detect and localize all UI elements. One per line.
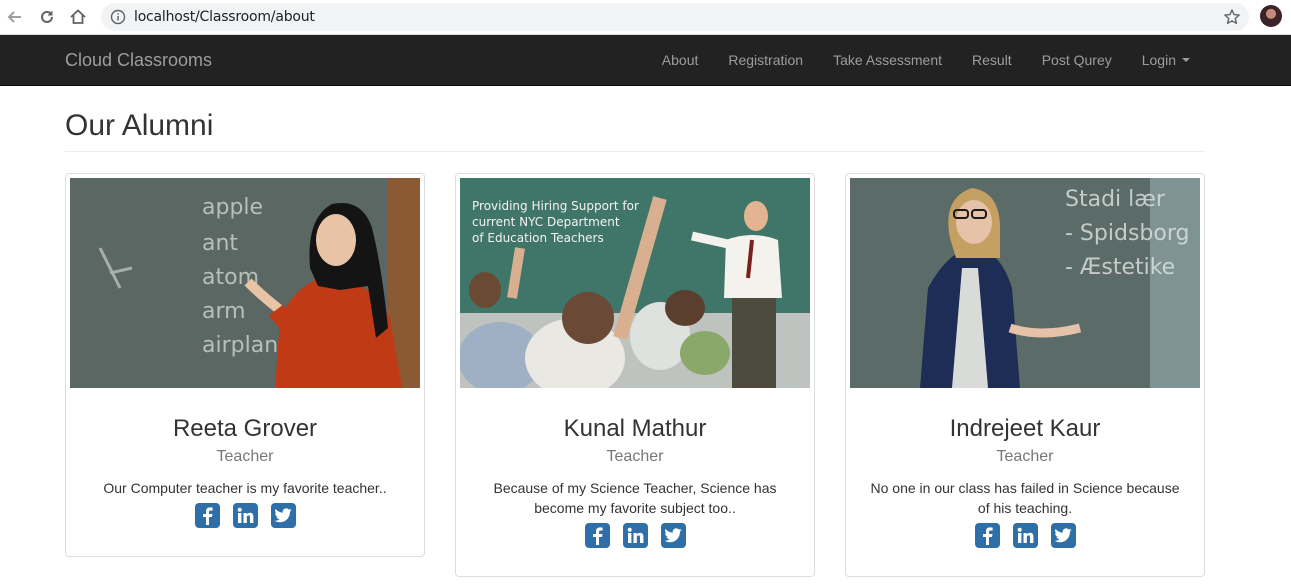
caret-down-icon [1182,58,1190,62]
alumni-role: Teacher [216,448,274,465]
social-links [88,503,402,552]
twitter-icon[interactable] [1050,523,1076,548]
linkedin-icon[interactable] [622,523,648,548]
alumni-quote: Because of my Science Teacher, Science h… [493,480,777,516]
alumni-card-body: Kunal Mathur Teacher Because of my Scien… [460,388,810,572]
alumni-card-body: Reeta Grover Teacher Our Computer teache… [70,388,420,552]
site-info-icon[interactable] [110,9,126,25]
photo-word: Stadi lær [1065,187,1166,212]
photo-word: arm [202,299,246,324]
twitter-icon[interactable] [660,523,686,548]
linkedin-icon[interactable] [1012,523,1038,548]
browser-toolbar: localhost/Classroom/about [0,0,1291,35]
photo-word: Providing Hiring Support for [472,199,639,213]
twitter-icon[interactable] [270,503,296,528]
page-title: Our Alumni [65,109,214,142]
page-header: Our Alumni [65,108,1205,152]
facebook-icon[interactable] [194,503,220,528]
alumni-photo: Stadi lær - Spidsborg - Æstetike [850,178,1200,388]
nav-item-take-assessment[interactable]: Take Assessment [818,35,957,85]
social-links [478,523,792,572]
photo-word: ant [202,231,238,256]
nav-item-login-dropdown[interactable]: Login [1127,35,1205,85]
alumni-role: Teacher [606,448,664,465]
nav-item-about[interactable]: About [647,35,714,85]
linkedin-icon[interactable] [232,503,258,528]
alumni-card-body: Indrejeet Kaur Teacher No one in our cla… [850,388,1200,572]
reload-icon[interactable] [36,6,58,28]
facebook-icon[interactable] [974,523,1000,548]
photo-word: - Spidsborg [1065,221,1189,246]
site-brand[interactable]: Cloud Classrooms [65,50,212,71]
alumni-quote: Our Computer teacher is my favorite teac… [103,480,387,496]
alumni-card: Providing Hiring Support for current NYC… [455,173,815,577]
alumni-card: Stadi lær - Spidsborg - Æstetike Indreje… [845,173,1205,577]
site-navbar: Cloud Classrooms About Registration Take… [0,35,1291,86]
nav-item-post-qurey[interactable]: Post Qurey [1027,35,1127,85]
alumni-role: Teacher [996,448,1054,465]
photo-word: of Education Teachers [472,231,604,245]
alumni-name: Kunal Mathur [563,415,707,442]
alumni-name: Indrejeet Kaur [949,415,1101,442]
url-text: localhost/Classroom/about [134,9,315,25]
facebook-icon[interactable] [584,523,610,548]
bookmark-star-icon[interactable] [1223,8,1241,26]
profile-avatar[interactable] [1260,5,1282,27]
nav-item-result[interactable]: Result [957,35,1027,85]
nav-menu: About Registration Take Assessment Resul… [647,35,1205,85]
alumni-photo: Providing Hiring Support for current NYC… [460,178,810,388]
photo-word: current NYC Department [472,215,620,229]
photo-word: apple [202,195,263,220]
home-icon[interactable] [67,6,89,28]
alumni-photo: apple ant atom arm airplane [70,178,420,388]
nav-item-registration[interactable]: Registration [713,35,818,85]
alumni-card: apple ant atom arm airplane Reeta Grover… [65,173,425,557]
address-bar[interactable]: localhost/Classroom/about [101,3,1249,31]
alumni-name: Reeta Grover [172,415,318,442]
back-arrow-icon[interactable] [4,6,26,28]
login-label: Login [1141,52,1176,68]
alumni-quote: No one in our class has failed in Scienc… [870,480,1180,516]
photo-word: - Æstetike [1065,255,1175,280]
social-links [868,523,1182,572]
